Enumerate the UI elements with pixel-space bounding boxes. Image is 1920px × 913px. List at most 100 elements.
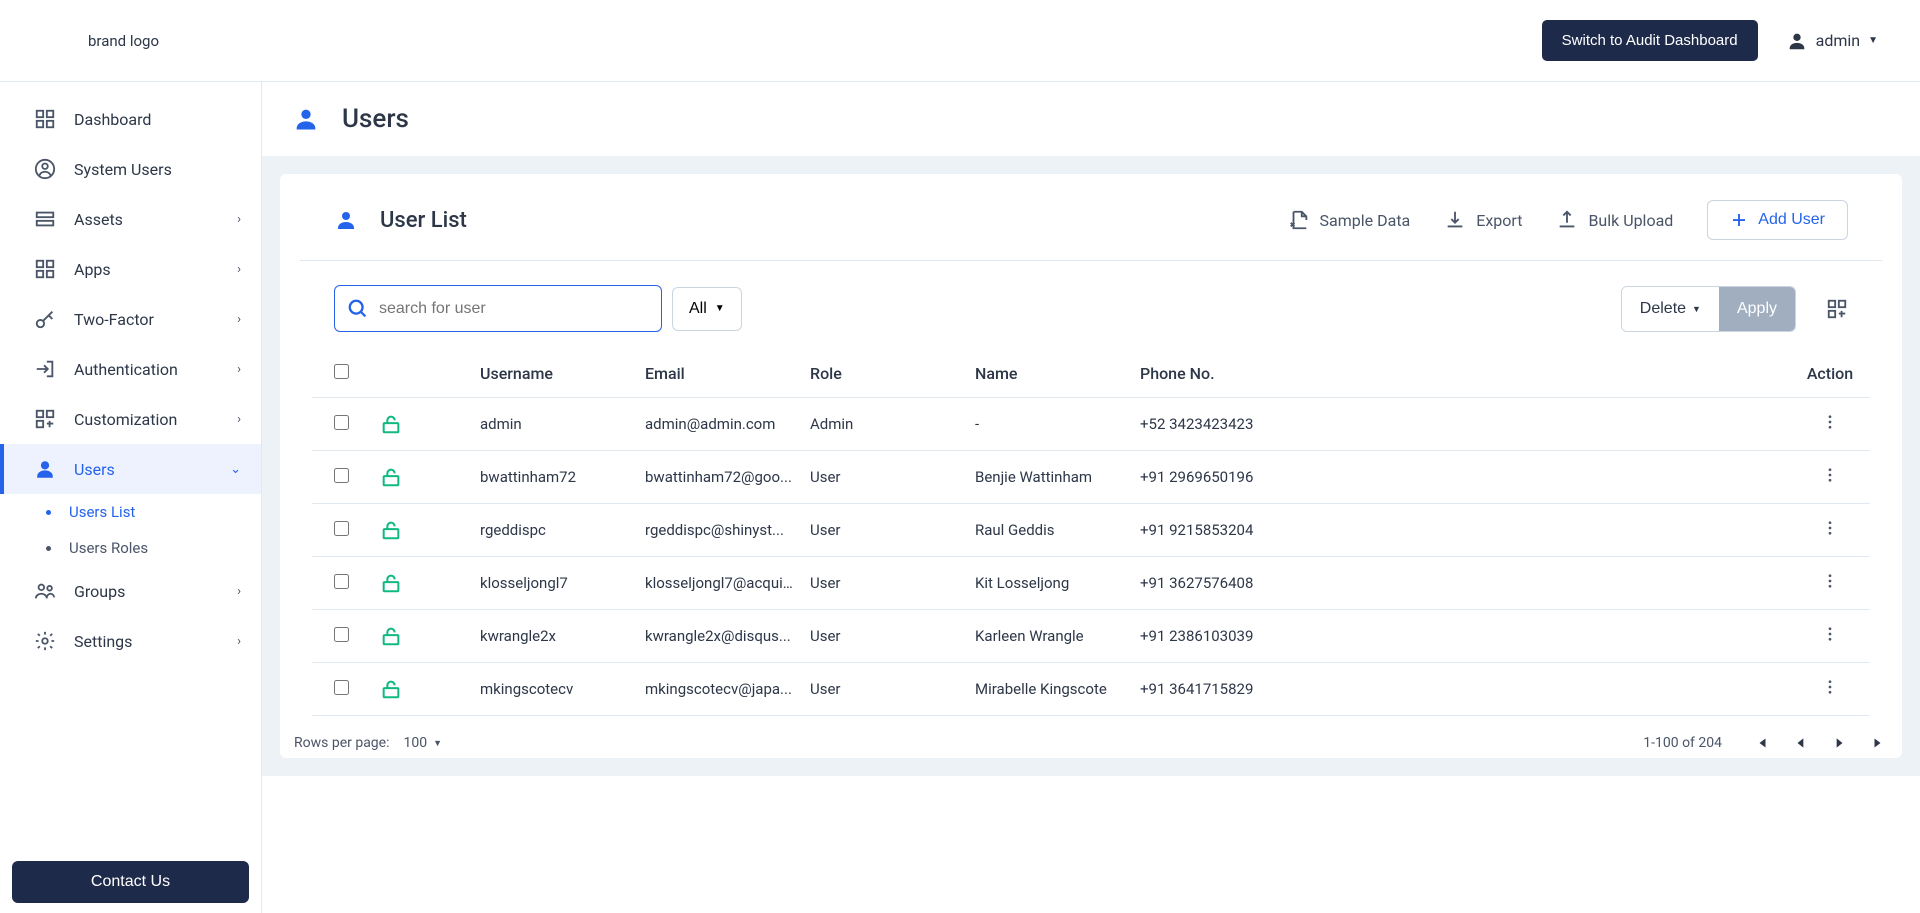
filter-dropdown[interactable]: All ▼ xyxy=(672,287,742,331)
apps-icon xyxy=(34,258,56,280)
sidebar-item-settings[interactable]: Settings › xyxy=(0,616,261,666)
sidebar-item-system-users[interactable]: System Users xyxy=(0,144,261,194)
sidebar-item-users[interactable]: Users ⌄ xyxy=(0,444,261,494)
row-checkbox[interactable] xyxy=(334,521,349,536)
sidebar-sub-users-list[interactable]: Users List xyxy=(0,494,261,530)
person-icon xyxy=(34,458,56,480)
unlock-icon xyxy=(380,466,464,488)
cell-email: admin@admin.com xyxy=(637,398,802,451)
row-checkbox[interactable] xyxy=(334,574,349,589)
row-checkbox[interactable] xyxy=(334,680,349,695)
column-settings-button[interactable] xyxy=(1826,298,1848,320)
content: Users User List xyxy=(262,82,1920,913)
sidebar-item-apps[interactable]: Apps › xyxy=(0,244,261,294)
table-row: mkingscotecvmkingscotecv@japa...UserMira… xyxy=(312,663,1870,716)
table-row: bwattinham72bwattinham72@goo...UserBenji… xyxy=(312,451,1870,504)
chevron-right-icon: › xyxy=(237,312,241,327)
last-page-button[interactable] xyxy=(1870,734,1888,752)
sample-data-button[interactable]: Sample Data xyxy=(1288,209,1411,231)
row-checkbox[interactable] xyxy=(334,627,349,642)
sidebar-item-authentication[interactable]: Authentication › xyxy=(0,344,261,394)
user-menu[interactable]: admin ▼ xyxy=(1786,30,1878,52)
row-actions-menu[interactable] xyxy=(1821,625,1839,643)
select-all-checkbox[interactable] xyxy=(334,364,349,379)
users-table: Username Email Role Name Phone No. Actio… xyxy=(312,350,1870,716)
sidebar-item-assets[interactable]: Assets › xyxy=(0,194,261,244)
sidebar-item-dashboard[interactable]: Dashboard xyxy=(0,94,261,144)
col-action: Action xyxy=(1790,350,1870,398)
add-user-label: Add User xyxy=(1758,211,1825,229)
cell-role: Admin xyxy=(802,398,967,451)
sidebar-item-label: Settings xyxy=(74,632,132,651)
row-checkbox[interactable] xyxy=(334,468,349,483)
search-box[interactable] xyxy=(334,285,662,332)
bulk-label: Bulk Upload xyxy=(1588,211,1673,230)
row-actions-menu[interactable] xyxy=(1821,572,1839,590)
col-name: Name xyxy=(967,350,1132,398)
sidebar-item-label: Assets xyxy=(74,210,123,229)
delete-dropdown[interactable]: Delete ▼ xyxy=(1622,287,1719,331)
cell-email: rgeddispc@shinyst... xyxy=(637,504,802,557)
first-page-button[interactable] xyxy=(1752,734,1770,752)
apply-button[interactable]: Apply xyxy=(1719,287,1795,331)
table-row: adminadmin@admin.comAdmin-+52 3423423423 xyxy=(312,398,1870,451)
user-circle-icon xyxy=(34,158,56,180)
cell-name: - xyxy=(967,398,1132,451)
switch-dashboard-button[interactable]: Switch to Audit Dashboard xyxy=(1542,20,1758,61)
cell-name: Mirabelle Kingscote xyxy=(967,663,1132,716)
sidebar-item-two-factor[interactable]: Two-Factor › xyxy=(0,294,261,344)
cell-email: klosseljongl7@acqui... xyxy=(637,557,802,610)
row-actions-menu[interactable] xyxy=(1821,466,1839,484)
col-email: Email xyxy=(637,350,802,398)
card-title: User List xyxy=(380,208,467,233)
user-icon xyxy=(1786,30,1808,52)
bulk-upload-button[interactable]: Bulk Upload xyxy=(1556,209,1673,231)
cell-role: User xyxy=(802,610,967,663)
contact-us-button[interactable]: Contact Us xyxy=(12,861,249,903)
sample-icon xyxy=(1288,209,1310,231)
sub-item-label: Users List xyxy=(69,503,135,521)
delete-label: Delete xyxy=(1640,300,1686,318)
cell-username: mkingscotecv xyxy=(472,663,637,716)
sidebar-item-label: Dashboard xyxy=(74,110,151,129)
sample-label: Sample Data xyxy=(1320,211,1411,230)
row-checkbox[interactable] xyxy=(334,415,349,430)
cell-email: mkingscotecv@japa... xyxy=(637,663,802,716)
row-actions-menu[interactable] xyxy=(1821,678,1839,696)
col-role: Role xyxy=(802,350,967,398)
sidebar: Dashboard System Users Assets › xyxy=(0,82,262,913)
dashboard-icon xyxy=(34,108,56,130)
row-actions-menu[interactable] xyxy=(1821,519,1839,537)
rows-per-page-select[interactable]: 100 ▼ xyxy=(403,735,442,751)
gear-icon xyxy=(34,630,56,652)
bullet-icon xyxy=(46,546,51,551)
search-input[interactable] xyxy=(379,300,649,318)
next-page-button[interactable] xyxy=(1832,736,1846,750)
upload-icon xyxy=(1556,209,1578,231)
export-button[interactable]: Export xyxy=(1444,209,1522,231)
login-icon xyxy=(34,358,56,380)
export-label: Export xyxy=(1476,211,1522,230)
sidebar-item-label: Users xyxy=(74,460,115,479)
cell-name: Karleen Wrangle xyxy=(967,610,1132,663)
sidebar-item-customization[interactable]: Customization › xyxy=(0,394,261,444)
sidebar-item-label: System Users xyxy=(74,160,172,179)
cell-role: User xyxy=(802,451,967,504)
cell-phone: +91 2969650196 xyxy=(1132,451,1790,504)
unlock-icon xyxy=(380,413,464,435)
filter-label: All xyxy=(689,300,707,318)
col-phone: Phone No. xyxy=(1132,350,1790,398)
brand-logo: brand logo xyxy=(88,32,159,50)
sidebar-item-groups[interactable]: Groups › xyxy=(0,566,261,616)
unlock-icon xyxy=(380,625,464,647)
user-name-label: admin xyxy=(1816,31,1860,50)
cell-name: Raul Geddis xyxy=(967,504,1132,557)
prev-page-button[interactable] xyxy=(1794,736,1808,750)
row-actions-menu[interactable] xyxy=(1821,413,1839,431)
content-body: User List Sample Data xyxy=(262,156,1920,776)
cell-phone: +52 3423423423 xyxy=(1132,398,1790,451)
sidebar-sub-users-roles[interactable]: Users Roles xyxy=(0,530,261,566)
table-row: klosseljongl7klosseljongl7@acqui...UserK… xyxy=(312,557,1870,610)
unlock-icon xyxy=(380,572,464,594)
add-user-button[interactable]: Add User xyxy=(1707,200,1848,240)
